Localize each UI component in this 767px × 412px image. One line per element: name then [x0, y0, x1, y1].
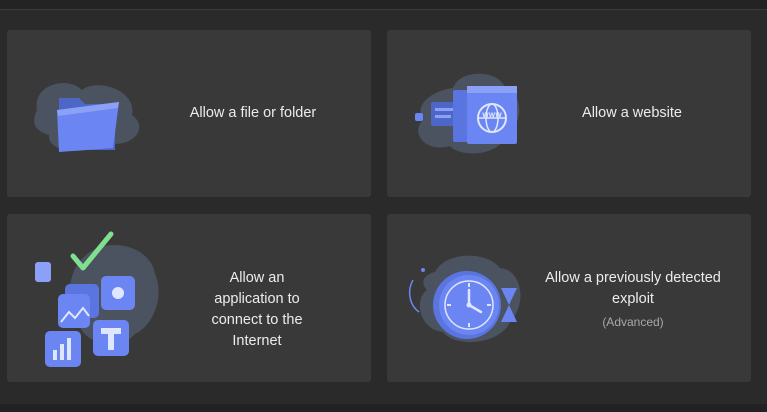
- browser-www-icon: WWW: [415, 73, 520, 154]
- svg-text:WWW: WWW: [482, 112, 502, 119]
- window-top-bar: [0, 0, 767, 10]
- folder-icon: [34, 82, 140, 152]
- allow-website-card[interactable]: WWW Allow a website: [387, 30, 751, 197]
- advanced-sublabel: (Advanced): [602, 315, 664, 329]
- bottom-bar: [0, 404, 767, 412]
- allow-application-card[interactable]: Allow an application to connect to the I…: [7, 214, 371, 382]
- clock-icon: [408, 255, 521, 343]
- allow-file-folder-label: Allow a file or folder: [189, 105, 317, 121]
- allow-exploit-card[interactable]: Allow a previously detected exploit (Adv…: [387, 214, 751, 382]
- allow-exploit-title: Allow a previously detected exploit: [545, 270, 721, 307]
- allow-exploit-label: Allow a previously detected exploit (Adv…: [535, 268, 731, 330]
- application-grid-icon: [35, 231, 159, 367]
- allow-file-folder-card[interactable]: Allow a file or folder: [7, 30, 371, 197]
- allow-application-label: Allow an application to connect to the I…: [211, 270, 303, 349]
- allow-website-label: Allow a website: [582, 105, 682, 121]
